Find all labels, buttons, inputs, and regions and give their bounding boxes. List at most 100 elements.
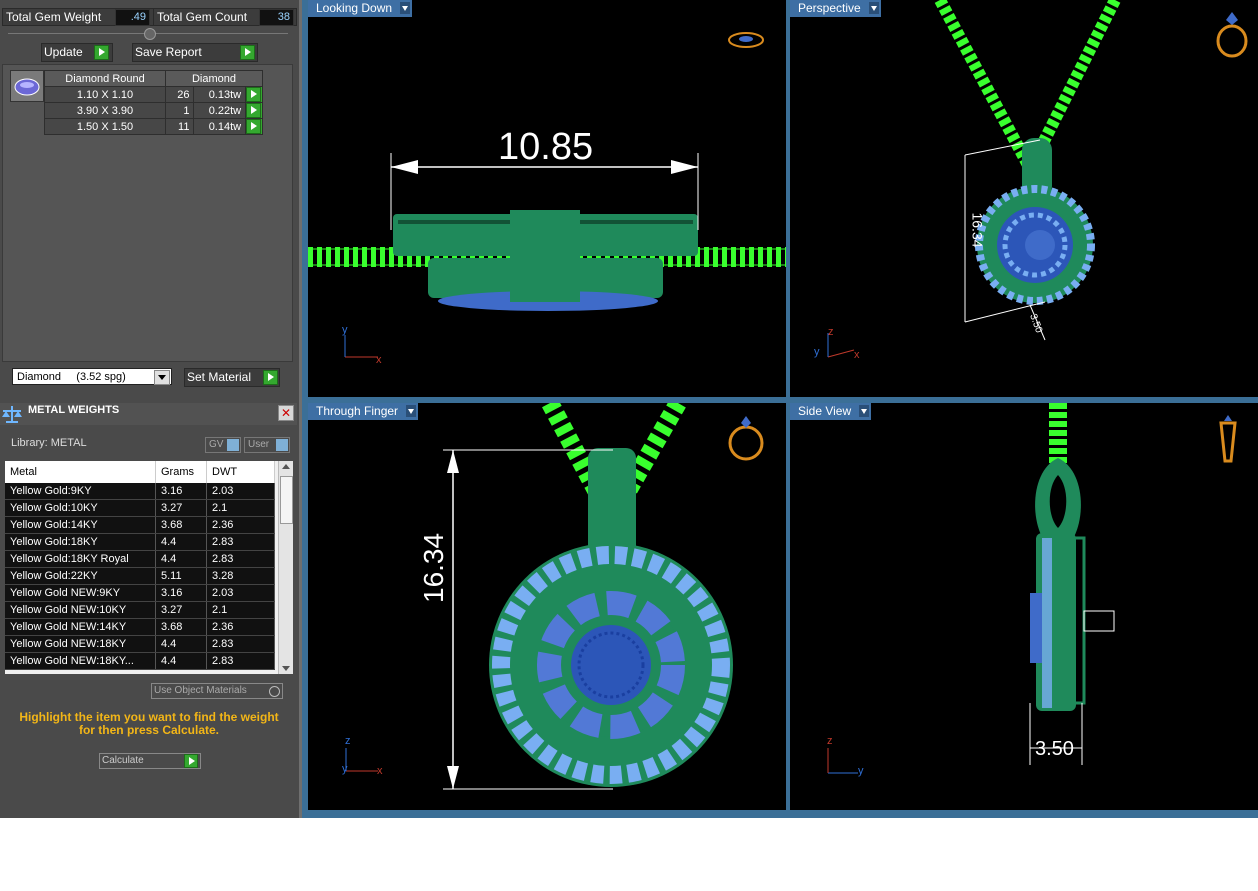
save-report-arrow-icon[interactable] xyxy=(240,45,255,60)
save-report-label: Save Report xyxy=(135,45,202,59)
scroll-down-icon[interactable] xyxy=(282,666,290,671)
metal-header-dwt[interactable]: DWT xyxy=(206,461,275,483)
metal-header-grams[interactable]: Grams xyxy=(155,461,207,483)
metal-cell-grams: 4.4 xyxy=(155,635,207,653)
ring-side-icon[interactable] xyxy=(1216,411,1240,465)
axis-x-label: x xyxy=(854,349,860,361)
axis-z-label: z xyxy=(345,735,351,747)
use-object-materials-toggle[interactable]: Use Object Materials xyxy=(151,683,283,699)
calculate-button[interactable]: Calculate xyxy=(99,753,201,769)
chevron-down-icon[interactable] xyxy=(859,405,870,417)
metal-row[interactable]: Yellow Gold:9KY 3.16 2.03 xyxy=(5,483,275,500)
metal-weights-title: METAL WEIGHTS xyxy=(28,404,120,416)
viewport-menu-looking-down[interactable]: Looking Down xyxy=(308,0,413,17)
collapse-knob-icon[interactable] xyxy=(144,28,156,40)
axis-y-label: y xyxy=(342,763,348,775)
chevron-down-icon[interactable] xyxy=(868,2,879,14)
chevron-down-icon[interactable] xyxy=(154,370,170,385)
user-toggle[interactable]: User xyxy=(244,437,290,453)
metal-cell-metal: Yellow Gold:18KY Royal xyxy=(5,550,156,568)
metal-cell-grams: 3.16 xyxy=(155,584,207,602)
metal-cell-dwt: 2.1 xyxy=(206,601,275,619)
metal-cell-dwt: 2.36 xyxy=(206,618,275,636)
metal-row[interactable]: Yellow Gold:18KY Royal 4.4 2.83 xyxy=(5,550,275,568)
metal-row[interactable]: Yellow Gold NEW:18KY 4.4 2.83 xyxy=(5,635,275,653)
radio-icon[interactable] xyxy=(269,686,280,697)
total-gem-weight-value: .49 xyxy=(115,9,150,26)
scroll-up-icon[interactable] xyxy=(282,464,290,469)
gem-row-arrow-icon[interactable] xyxy=(245,86,263,103)
gv-toggle[interactable]: GV xyxy=(205,437,241,453)
metal-row[interactable]: Yellow Gold:22KY 5.11 3.28 xyxy=(5,567,275,585)
gem-row[interactable]: 1.50 X 1.50 11 0.14tw xyxy=(44,118,263,135)
metal-cell-grams: 3.68 xyxy=(155,618,207,636)
gem-header-shape: Diamond Round xyxy=(44,70,166,87)
metal-cell-grams: 3.27 xyxy=(155,601,207,619)
metal-cell-dwt: 2.83 xyxy=(206,635,275,653)
ring-top-view-icon[interactable] xyxy=(726,29,766,51)
close-icon[interactable]: ✕ xyxy=(278,405,294,421)
vertical-scrollbar[interactable] xyxy=(278,461,293,674)
metal-table-container[interactable]: Metal Grams DWT Yellow Gold:9KY 3.16 2.03 Y… xyxy=(5,461,293,674)
metal-header-metal[interactable]: Metal xyxy=(5,461,156,483)
metal-cell-metal: Yellow Gold:18KY xyxy=(5,533,156,551)
gem-count: 1 xyxy=(164,102,195,119)
gem-weight: 0.13tw xyxy=(193,86,247,103)
viewport-through-finger[interactable]: 16.34 z y x Through Finger xyxy=(308,403,786,810)
scroll-thumb[interactable] xyxy=(280,476,293,524)
calculate-arrow-icon xyxy=(184,754,198,768)
viewport-menu-side-view[interactable]: Side View xyxy=(790,403,872,420)
axis-y-label: y xyxy=(814,346,820,358)
metal-cell-grams: 4.4 xyxy=(155,533,207,551)
user-label: User xyxy=(248,439,270,450)
chevron-down-icon[interactable] xyxy=(400,2,411,14)
metal-row[interactable]: Yellow Gold:14KY 3.68 2.36 xyxy=(5,516,275,534)
gem-row[interactable]: 3.90 X 3.90 1 0.22tw xyxy=(44,102,263,119)
viewport-menu-through-finger[interactable]: Through Finger xyxy=(308,403,419,420)
metal-row[interactable]: Yellow Gold NEW:18KY... 4.4 2.83 xyxy=(5,652,275,670)
axis-z-label: z xyxy=(827,735,833,747)
metal-cell-metal: Yellow Gold NEW:14KY xyxy=(5,618,156,636)
metal-cell-dwt: 2.03 xyxy=(206,483,275,500)
update-label: Update xyxy=(44,45,83,59)
metal-row[interactable]: Yellow Gold NEW:10KY 3.27 2.1 xyxy=(5,601,275,619)
metal-cell-grams: 4.4 xyxy=(155,550,207,568)
gv-label: GV xyxy=(209,439,224,450)
axis-x-label: x xyxy=(376,354,382,366)
diamond-round-icon xyxy=(10,70,44,102)
metal-cell-dwt: 2.1 xyxy=(206,499,275,517)
gem-weight: 0.22tw xyxy=(193,102,247,119)
gem-size: 3.90 X 3.90 xyxy=(44,102,166,119)
gem-row[interactable]: 1.10 X 1.10 26 0.13tw xyxy=(44,86,263,103)
metal-cell-dwt: 2.83 xyxy=(206,550,275,568)
ring-front-icon[interactable] xyxy=(726,411,766,463)
chevron-down-icon[interactable] xyxy=(406,405,417,417)
metal-cell-metal: Yellow Gold NEW:9KY xyxy=(5,584,156,602)
set-material-arrow-icon[interactable] xyxy=(263,370,278,385)
gem-count: 26 xyxy=(164,86,195,103)
viewport-perspective[interactable]: 16.34 3.50 z y x Perspective xyxy=(790,0,1258,397)
metal-cell-metal: Yellow Gold:9KY xyxy=(5,483,156,500)
gem-size: 1.10 X 1.10 xyxy=(44,86,166,103)
side-view-render xyxy=(827,403,1115,774)
viewport-menu-perspective[interactable]: Perspective xyxy=(790,0,881,17)
calculate-label: Calculate xyxy=(102,755,144,766)
axis-x-label: x xyxy=(377,765,383,777)
metal-cell-dwt: 2.83 xyxy=(206,533,275,551)
metal-row[interactable]: Yellow Gold:10KY 3.27 2.1 xyxy=(5,499,275,517)
metal-cell-metal: Yellow Gold NEW:18KY xyxy=(5,635,156,653)
metal-row[interactable]: Yellow Gold NEW:14KY 3.68 2.36 xyxy=(5,618,275,636)
metal-table-body: Yellow Gold:9KY 3.16 2.03 Yellow Gold:10KY 3… xyxy=(5,483,275,670)
viewport-looking-down[interactable]: 10.85 y x Looking Down xyxy=(308,0,786,397)
metal-row[interactable]: Yellow Gold:18KY 4.4 2.83 xyxy=(5,533,275,551)
gem-row-arrow-icon[interactable] xyxy=(245,118,263,135)
viewport-side-view[interactable]: 3.50 z y Side View xyxy=(790,403,1258,810)
gem-size: 1.50 X 1.50 xyxy=(44,118,166,135)
material-select[interactable]: Diamond (3.52 spg) xyxy=(12,368,172,385)
perspective-render xyxy=(827,0,1121,358)
update-arrow-icon[interactable] xyxy=(94,45,109,60)
gem-row-arrow-icon[interactable] xyxy=(245,102,263,119)
ring-perspective-icon[interactable] xyxy=(1212,8,1252,58)
metal-row[interactable]: Yellow Gold NEW:9KY 3.16 2.03 xyxy=(5,584,275,602)
metal-cell-metal: Yellow Gold:10KY xyxy=(5,499,156,517)
